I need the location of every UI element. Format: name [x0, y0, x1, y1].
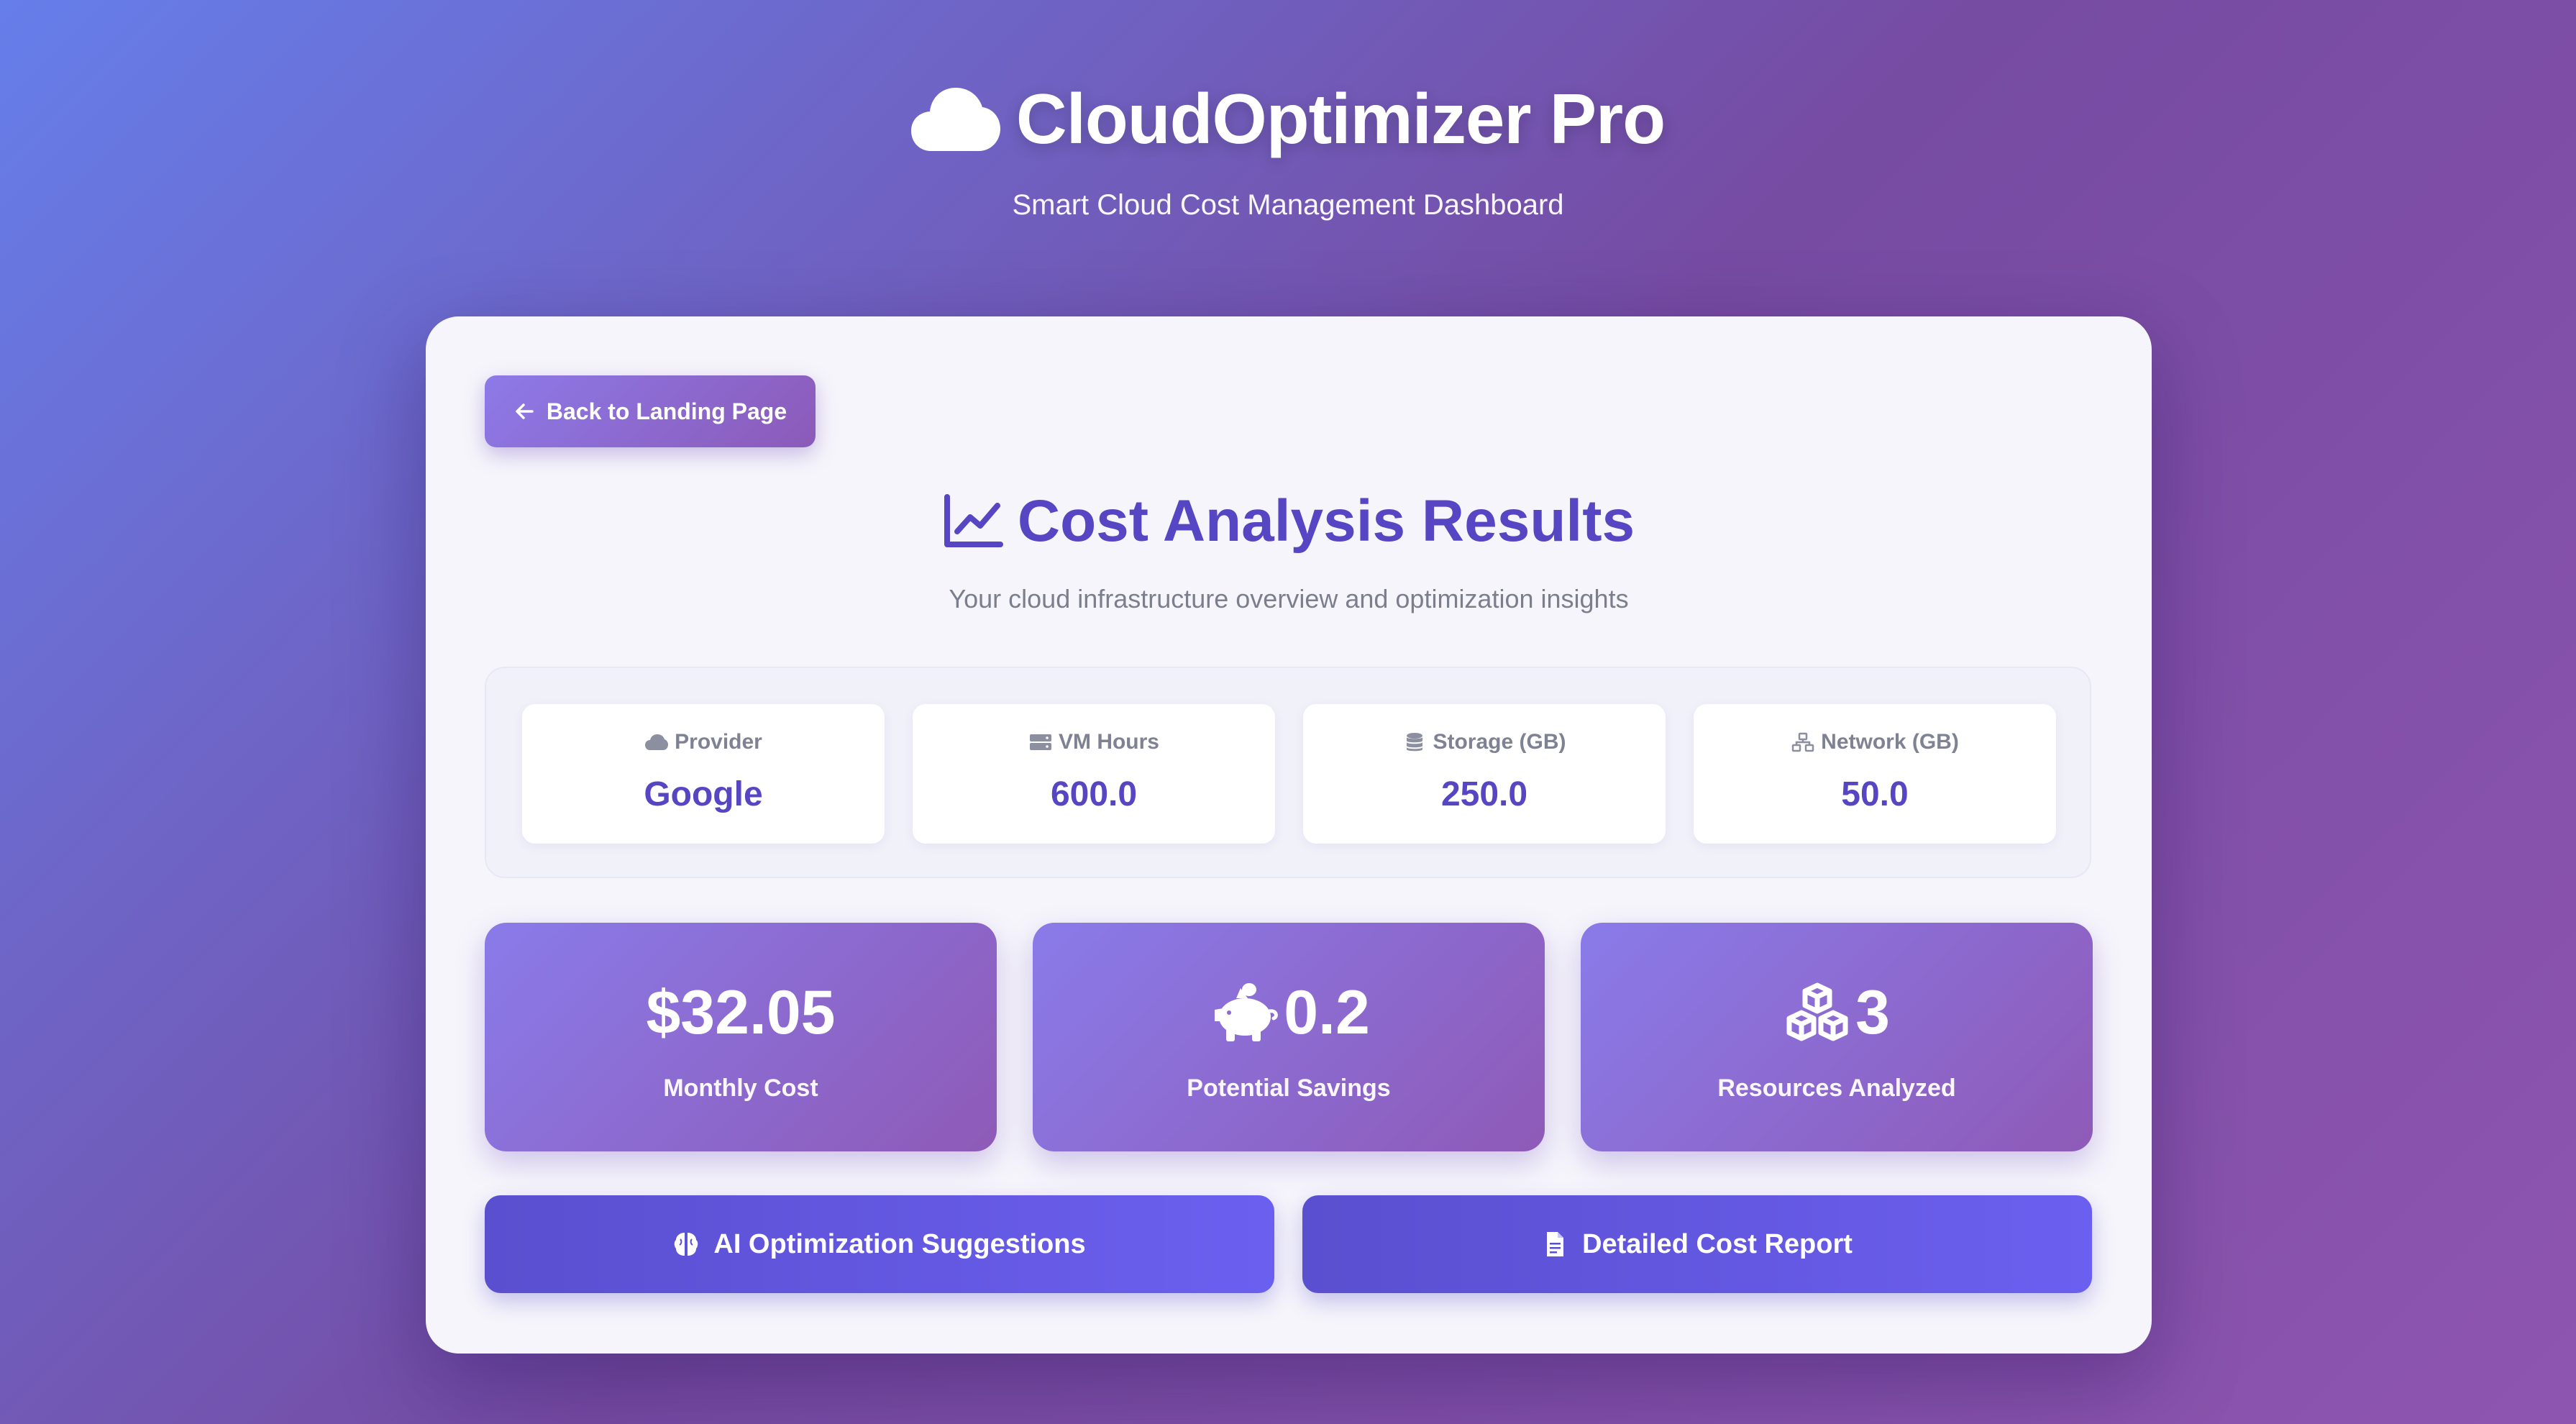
stat-storage: Storage (GB) 250.0: [1303, 704, 1666, 844]
metric-value: $32.05: [646, 977, 836, 1047]
metric-value-row: $32.05: [485, 973, 997, 1052]
stat-label: Provider: [675, 730, 762, 754]
metric-value-row: 0.2: [1033, 973, 1545, 1052]
back-to-landing-button[interactable]: Back to Landing Page: [485, 375, 816, 447]
stat-network: Network (GB) 50.0: [1694, 704, 2056, 844]
stat-value: 250.0: [1440, 775, 1528, 813]
piggy-bank-icon: [1215, 983, 1279, 1041]
metric-potential-savings: 0.2 Potential Savings: [1033, 923, 1545, 1151]
brain-icon: [675, 1233, 698, 1256]
arrow-left-icon: [516, 403, 534, 419]
stat-label: Network (GB): [1821, 730, 1959, 754]
metric-label: Resources Analyzed: [1717, 1074, 1956, 1102]
ai-optimization-suggestions-button[interactable]: AI Optimization Suggestions: [485, 1195, 1274, 1293]
cloud-icon: [910, 88, 1000, 151]
metric-monthly-cost: $32.05 Monthly Cost: [485, 923, 997, 1151]
metric-value: 3: [1855, 977, 1890, 1047]
database-icon: [1407, 733, 1423, 752]
stat-label: VM Hours: [1058, 730, 1159, 754]
detailed-cost-report-button[interactable]: Detailed Cost Report: [1302, 1195, 2092, 1293]
network-icon: [1791, 732, 1814, 752]
app-title-text: CloudOptimizer Pro: [1015, 78, 1666, 158]
stat-vm-hours: VM Hours 600.0: [913, 704, 1275, 844]
metric-label: Potential Savings: [1187, 1074, 1391, 1102]
stat-label-row: VM Hours: [913, 730, 1275, 754]
ai-suggestions-label: AI Optimization Suggestions: [713, 1228, 1086, 1259]
metric-resources-analyzed: 3 Resources Analyzed: [1581, 923, 2093, 1151]
file-icon: [1547, 1232, 1564, 1256]
server-icon: [1029, 734, 1051, 750]
section-title: Cost Analysis Results: [426, 482, 2152, 561]
infrastructure-stats-panel: Provider Google VM Hours 600.0 Storage (…: [485, 667, 2091, 878]
cost-report-label: Detailed Cost Report: [1582, 1228, 1853, 1259]
stat-label-row: Network (GB): [1694, 730, 2056, 754]
stat-label-row: Storage (GB): [1303, 730, 1666, 754]
metric-value: 0.2: [1284, 977, 1370, 1047]
app-subtitle: Smart Cloud Cost Management Dashboard: [1012, 189, 1564, 221]
metric-value-row: 3: [1581, 973, 2093, 1052]
section-title-text: Cost Analysis Results: [1017, 488, 1635, 554]
stat-label-row: Provider: [522, 730, 885, 754]
results-card: Back to Landing Page Cost Analysis Resul…: [426, 316, 2152, 1354]
stat-value: Google: [644, 775, 763, 813]
stat-provider: Provider Google: [522, 704, 885, 844]
stat-label: Storage (GB): [1433, 730, 1566, 754]
section-subtitle: Your cloud infrastructure overview and o…: [949, 584, 1629, 613]
app-title: CloudOptimizer Pro: [0, 72, 2576, 165]
cloud-icon: [645, 734, 669, 750]
cubes-icon: [1786, 982, 1848, 1041]
back-button-label: Back to Landing Page: [546, 398, 787, 424]
stat-value: 600.0: [1050, 775, 1138, 813]
stat-value: 50.0: [1841, 775, 1909, 813]
chart-line-icon: [944, 494, 1003, 547]
metric-label: Monthly Cost: [663, 1074, 818, 1102]
